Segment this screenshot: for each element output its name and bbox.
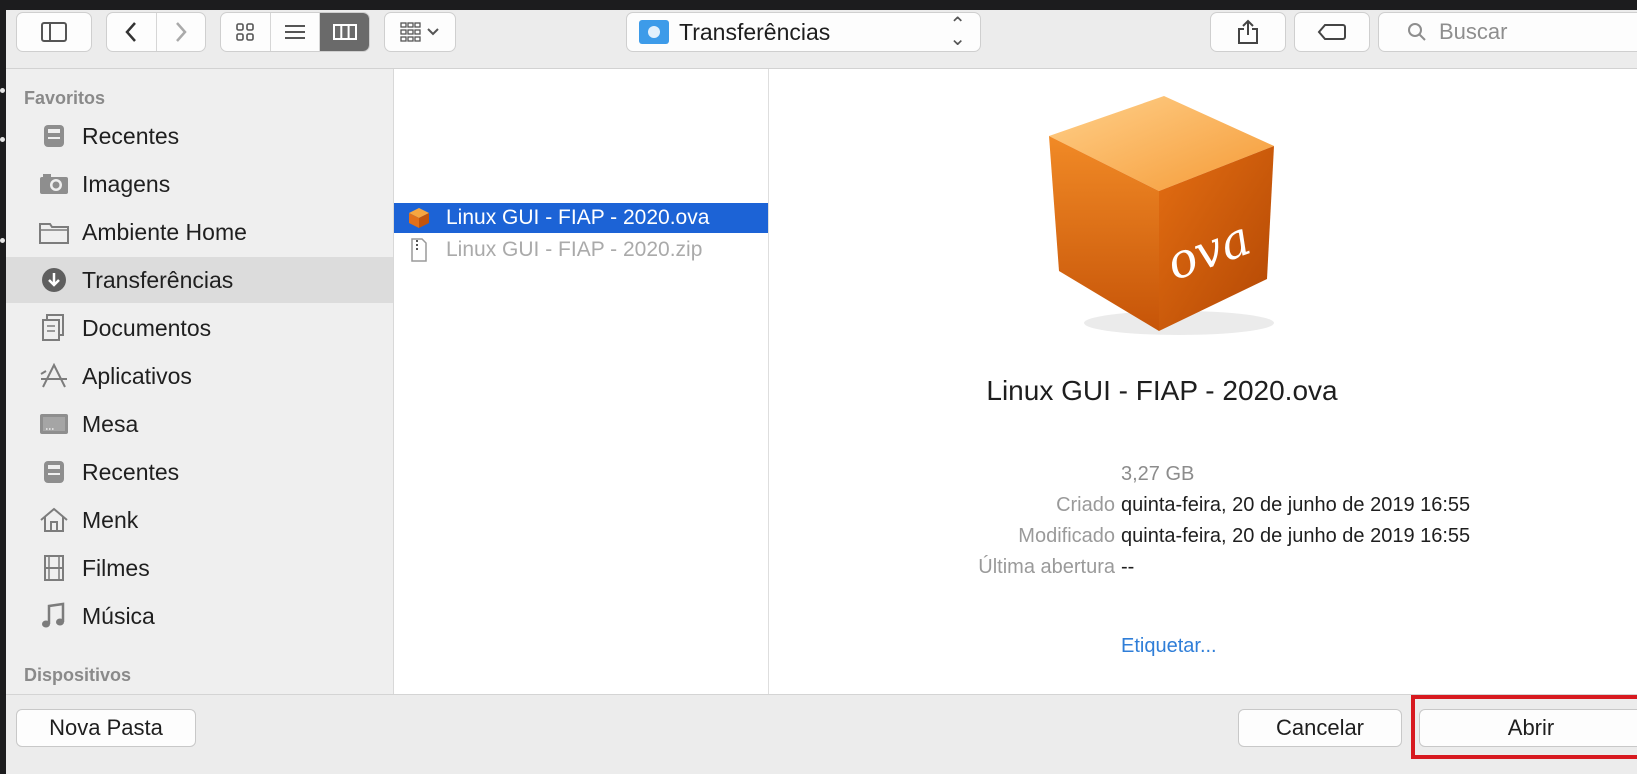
zip-file-icon (406, 237, 432, 263)
icon-view-button[interactable] (221, 13, 271, 51)
tag-button[interactable] (1294, 12, 1370, 52)
sidebar-item-filmes[interactable]: Filmes (6, 545, 393, 591)
favorites-header: Favoritos (24, 88, 106, 108)
sidebar-item-menk[interactable]: Menk (6, 497, 393, 543)
chevron-left-icon (125, 22, 137, 42)
meta-created-value: quinta-feira, 20 de junho de 2019 16:55 (1121, 494, 1471, 516)
sidebar: Favoritos Recentes Imagens Ambiente Home… (6, 69, 394, 694)
sidebar-item-label: Ambiente Home (82, 218, 247, 245)
file-name: Linux GUI - FIAP - 2020.zip (446, 238, 703, 261)
sidebar-item-musica[interactable]: Música (6, 593, 393, 639)
sidebar-item-mesa[interactable]: Mesa (6, 401, 393, 447)
folder-icon (38, 218, 70, 246)
open-file-dialog: Transferências ⌃ ⌄ Buscar Favoritos Recen… (6, 10, 1637, 774)
sidebar-item-label: Transferências (82, 266, 234, 293)
meta-modified-value: quinta-feira, 20 de junho de 2019 16:55 (1121, 525, 1471, 547)
sidebar-item-label: Aplicativos (82, 362, 192, 389)
sidebar-item-recentes[interactable]: Recentes (6, 113, 393, 159)
sidebar-item-aplicativos[interactable]: Aplicativos (6, 353, 393, 399)
sidebar-item-label: Recentes (82, 458, 180, 485)
sidebar-item-documentos[interactable]: Documentos (6, 305, 393, 351)
search-placeholder: Buscar (1439, 19, 1508, 44)
updown-chevron-icon: ⌃ ⌄ (949, 14, 966, 50)
chevron-right-icon (175, 22, 187, 42)
music-icon (38, 602, 70, 630)
list-icon (285, 25, 305, 39)
sidebar-item-ambiente-home[interactable]: Ambiente Home (6, 209, 393, 255)
columns-icon (332, 24, 357, 40)
file-size: 3,27 GB (1121, 463, 1195, 485)
ova-package-icon (406, 205, 432, 231)
forward-button[interactable] (157, 13, 206, 51)
decor-dot (0, 238, 5, 243)
devices-header: Dispositivos (24, 665, 132, 685)
meta-opened-value: -- (1121, 556, 1135, 578)
share-icon (1238, 19, 1258, 44)
tag-icon (1317, 24, 1346, 40)
location-popup[interactable]: Transferências ⌃ ⌄ (626, 12, 981, 52)
recents-icon (38, 122, 70, 150)
movies-icon (38, 554, 70, 582)
meta-modified-label: Modificado (1018, 525, 1115, 547)
sidebar-item-transferencias[interactable]: Transferências (6, 257, 393, 303)
documents-icon (38, 314, 70, 342)
preview-pane: ova Linux GUI - FIAP - 2020.ova 3,27 GB … (769, 69, 1637, 694)
downloads-folder-icon (639, 20, 669, 44)
sidebar-item-label: Imagens (82, 170, 171, 197)
sidebar-item-label: Documentos (82, 314, 212, 341)
search-field[interactable]: Buscar (1378, 12, 1637, 52)
new-folder-button[interactable]: Nova Pasta (16, 709, 196, 747)
download-icon (38, 266, 70, 294)
sidebar-item-recentes-2[interactable]: Recentes (6, 449, 393, 495)
home-icon (38, 506, 70, 534)
search-icon (1408, 23, 1426, 41)
meta-created-label: Criado (1056, 494, 1115, 516)
applications-icon (38, 362, 70, 390)
sidebar-item-label: Filmes (82, 554, 150, 581)
back-button[interactable] (107, 13, 157, 51)
cancel-button[interactable]: Cancelar (1238, 709, 1402, 747)
sidebar-item-label: Música (82, 602, 155, 629)
meta-opened-label: Última abertura (978, 556, 1115, 578)
grid-icon (236, 23, 255, 41)
preview-filename: Linux GUI - FIAP - 2020.ova (986, 375, 1338, 406)
sidebar-item-label: Recentes (82, 122, 180, 149)
decor-dot (0, 137, 5, 142)
group-by-button[interactable] (384, 12, 456, 52)
back-forward-control (106, 12, 206, 52)
recents-icon (38, 458, 70, 486)
add-tags-link[interactable]: Etiquetar... (1121, 635, 1217, 658)
bottom-bar: Nova Pasta Cancelar Abrir (6, 694, 1637, 774)
file-row-zip[interactable]: Linux GUI - FIAP - 2020.zip (394, 235, 768, 265)
file-name: Linux GUI - FIAP - 2020.ova (446, 206, 710, 229)
sidebar-item-label: Menk (82, 506, 139, 533)
sidebar-item-label: Mesa (82, 410, 139, 437)
sidebar-icon (41, 22, 67, 42)
list-view-button[interactable] (271, 13, 321, 51)
desktop-icon (38, 410, 70, 438)
chevron-down-icon (427, 28, 439, 36)
group-grid-icon (400, 22, 421, 42)
camera-icon (38, 170, 70, 198)
share-button[interactable] (1210, 12, 1286, 52)
location-label: Transferências (679, 18, 831, 45)
decor-dot (0, 88, 5, 93)
open-button-highlight (1411, 695, 1637, 759)
sidebar-toggle-button[interactable] (16, 12, 92, 52)
toolbar: Transferências ⌃ ⌄ Buscar (6, 10, 1637, 69)
sidebar-item-imagens[interactable]: Imagens (6, 161, 393, 207)
column-view-button[interactable] (320, 13, 369, 51)
file-column: Linux GUI - FIAP - 2020.ova Linux GUI - … (394, 69, 769, 694)
file-row-ova[interactable]: Linux GUI - FIAP - 2020.ova (394, 203, 768, 233)
view-mode-control (220, 12, 370, 52)
ova-cube-icon: ova (1049, 96, 1274, 335)
